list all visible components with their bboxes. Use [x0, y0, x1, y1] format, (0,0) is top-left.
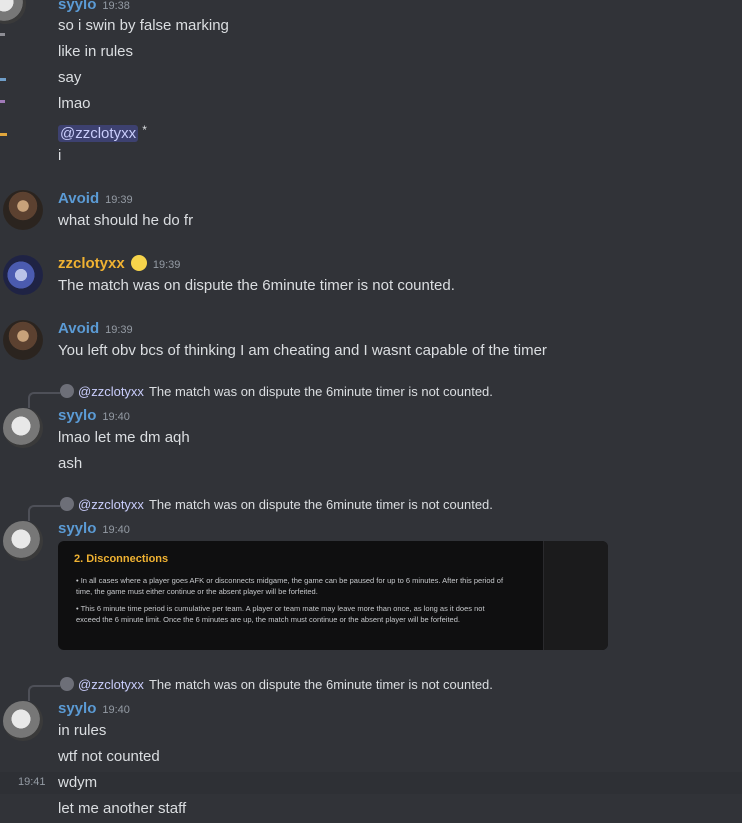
avatar[interactable] [3, 408, 43, 448]
avatar[interactable] [3, 255, 43, 295]
reply-avatar [60, 677, 74, 691]
hover-timestamp: 19:41 [18, 776, 46, 788]
avatar[interactable] [3, 320, 43, 360]
message-text: @zzclotyxx * [58, 120, 147, 144]
timestamp: 19:39 [105, 194, 133, 206]
reply-preview[interactable]: @zzclotyxx The match was on dispute the 6… [28, 384, 493, 408]
message-text: i [58, 147, 62, 164]
message-text: let me another staff [58, 800, 187, 817]
timestamp: 19:40 [102, 411, 130, 423]
username[interactable]: zzclotyxx [58, 255, 125, 272]
reply-author[interactable]: @zzclotyxx [78, 384, 144, 399]
message-header: syylo 19:40 [58, 406, 130, 427]
reply-spine [28, 505, 60, 521]
rules-embed[interactable]: 2. Disconnections • In all cases where a… [58, 541, 608, 650]
message-header: syylo 19:40 [58, 519, 130, 540]
username[interactable]: syylo [58, 520, 96, 537]
message-header: zzclotyxx 19:39 [58, 254, 180, 275]
avatar[interactable] [0, 0, 26, 24]
message-header: syylo 19:38 [58, 0, 130, 16]
reply-preview[interactable]: @zzclotyxx The match was on dispute the 6… [28, 497, 493, 521]
message-header: syylo 19:40 [58, 699, 130, 720]
message-text: ash [58, 455, 83, 472]
reply-author[interactable]: @zzclotyxx [78, 677, 144, 692]
username[interactable]: syylo [58, 407, 96, 424]
embed-side-image [543, 541, 608, 650]
hovered-message-row[interactable] [0, 772, 742, 794]
username[interactable]: syylo [58, 700, 96, 717]
timestamp: 19:38 [102, 0, 130, 12]
reply-avatar [60, 384, 74, 398]
message-text: lmao [58, 95, 91, 112]
message-text: The match was on dispute the 6minute tim… [58, 277, 455, 294]
timestamp: 19:40 [102, 524, 130, 536]
avatar[interactable] [3, 701, 43, 741]
timestamp: 19:39 [152, 259, 181, 271]
message-header: Avoid 19:39 [58, 319, 133, 340]
reply-spine [28, 392, 60, 408]
user-mention[interactable]: @zzclotyxx [58, 125, 139, 142]
avatar[interactable] [3, 521, 43, 561]
reply-avatar [60, 497, 74, 511]
message-text: You left obv bcs of thinking I am cheati… [58, 342, 547, 359]
reply-author[interactable]: @zzclotyxx [78, 497, 144, 512]
message-text: wdym [58, 774, 98, 791]
embed-bullet: • This 6 minute time period is cumulativ… [76, 604, 485, 624]
username[interactable]: Avoid [58, 320, 99, 337]
message-text: lmao let me dm aqh [58, 429, 190, 446]
message-text: like in rules [58, 43, 134, 60]
reply-spine [28, 685, 60, 701]
username[interactable]: Avoid [58, 190, 99, 207]
message-text: what should he do fr [58, 212, 194, 229]
timestamp: 19:39 [105, 324, 133, 336]
message-text: so i swin by false marking [58, 17, 229, 34]
embed-bullet: • In all cases where a player goes AFK o… [76, 576, 504, 596]
emoji-badge-icon [130, 255, 147, 271]
avatar[interactable] [3, 190, 43, 230]
reply-text: The match was on dispute the 6minute tim… [148, 677, 493, 692]
username[interactable]: syylo [58, 0, 96, 13]
reply-preview[interactable]: @zzclotyxx The match was on dispute the 6… [28, 677, 493, 701]
reply-text: The match was on dispute the 6minute tim… [148, 384, 493, 399]
timestamp: 19:40 [102, 704, 130, 716]
embed-title: 2. Disconnections [74, 553, 169, 565]
message-text: in rules [58, 722, 107, 739]
message-text: say [58, 69, 82, 86]
message-text: wtf not counted [58, 748, 160, 765]
mention-suffix: * [142, 123, 147, 137]
message-header: Avoid 19:39 [58, 189, 133, 210]
reply-text: The match was on dispute the 6minute tim… [148, 497, 493, 512]
